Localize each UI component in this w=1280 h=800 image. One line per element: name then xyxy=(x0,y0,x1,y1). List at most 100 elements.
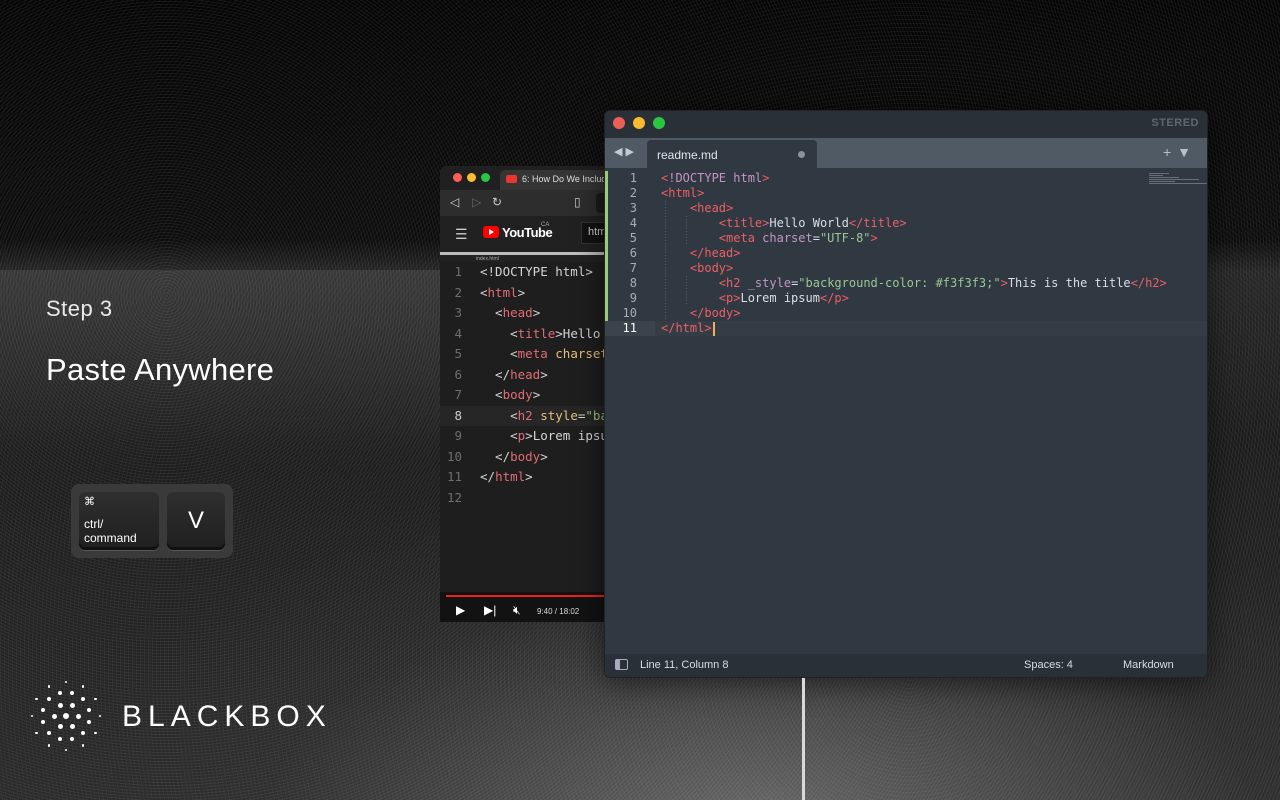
code-line[interactable]: 7 <body> xyxy=(605,261,1207,276)
line-number: 5 xyxy=(454,346,462,361)
code-text: </html> xyxy=(480,469,533,484)
syntax-mode[interactable]: Markdown xyxy=(1123,659,1174,671)
code-text: </html> xyxy=(661,321,715,336)
logo-dot xyxy=(47,744,51,747)
cursor-position[interactable]: Line 11, Column 8 xyxy=(640,659,728,671)
video-progress-bar[interactable] xyxy=(446,595,616,597)
keyboard-shortcut: ⌘ ctrl/command V xyxy=(71,484,233,558)
new-tab-icon[interactable]: + xyxy=(1163,144,1177,160)
logo-dot xyxy=(40,707,45,712)
line-number: 9 xyxy=(454,428,462,443)
command-symbol-icon: ⌘ xyxy=(84,496,95,508)
brand-wordmark: BLACKBOX xyxy=(122,700,332,733)
tab-readme[interactable]: readme.md xyxy=(647,140,817,168)
line-number: 6 xyxy=(629,246,637,260)
code-text: <head> xyxy=(480,305,541,320)
video-code-line: 7 <body> xyxy=(440,385,620,406)
line-number: 3 xyxy=(454,305,462,320)
line-number: 11 xyxy=(605,321,655,336)
logo-dot xyxy=(57,737,62,742)
tab-menu-icon[interactable]: ▼ xyxy=(1177,144,1197,160)
logo-dot xyxy=(57,690,62,695)
video-player-controls: ▶ ▶| 🔇︎ 9:40 / 18:02 xyxy=(440,592,620,622)
text-caret xyxy=(712,321,715,336)
code-text: <!DOCTYPE html> xyxy=(661,171,770,185)
logo-dot xyxy=(75,713,81,719)
code-text: <body> xyxy=(480,387,541,402)
video-code-line: 6 </head> xyxy=(440,365,620,386)
code-line[interactable]: 11 </html> xyxy=(605,321,1207,336)
indent-guide xyxy=(686,276,687,306)
ctrl-command-key: ⌘ ctrl/command xyxy=(79,492,159,550)
logo-dot xyxy=(87,707,92,712)
indentation-setting[interactable]: Spaces: 4 xyxy=(1024,659,1073,671)
close-icon[interactable] xyxy=(453,173,462,182)
blackbox-dots-icon xyxy=(30,680,102,752)
bookmark-icon[interactable]: ▯ xyxy=(574,195,581,209)
code-line[interactable]: 10 </body> xyxy=(605,306,1207,321)
line-number: 2 xyxy=(629,186,637,200)
reload-icon[interactable]: ↻ xyxy=(492,195,502,209)
tab-nav-arrows-icon[interactable]: ◀▶ xyxy=(614,145,637,158)
indent-guide xyxy=(665,201,666,321)
line-number: 7 xyxy=(454,387,462,402)
unsaved-dot-icon[interactable] xyxy=(798,151,805,158)
youtube-header: ☰ YouTube CA htm xyxy=(440,216,620,252)
code-line[interactable]: 1 <!DOCTYPE html> xyxy=(605,171,1207,186)
forward-icon[interactable]: ▷ xyxy=(472,195,481,209)
code-line[interactable]: 6 </head> xyxy=(605,246,1207,261)
maximize-icon[interactable] xyxy=(481,173,490,182)
code-text: <h2 _style="background-color: #f3f3f3;">… xyxy=(718,276,1167,290)
code-line[interactable]: 2 <html> xyxy=(605,186,1207,201)
minimize-icon[interactable] xyxy=(467,173,476,182)
logo-dot xyxy=(47,697,52,702)
v-key-label: V xyxy=(187,507,204,534)
browser-tab[interactable]: 6: How Do We Includ xyxy=(500,170,620,190)
minimize-icon[interactable] xyxy=(633,117,645,129)
divider-line xyxy=(802,678,805,800)
code-text: <meta charset="UTF-8"> xyxy=(718,231,878,245)
logo-dot xyxy=(94,731,97,735)
code-line[interactable]: 4 <title>Hello World</title> xyxy=(605,216,1207,231)
next-icon[interactable]: ▶| xyxy=(484,603,496,617)
mute-icon[interactable]: 🔇︎ xyxy=(513,603,521,618)
minimap[interactable] xyxy=(1149,172,1207,192)
back-icon[interactable]: ◁ xyxy=(450,195,459,209)
line-number: 8 xyxy=(629,276,637,290)
editor-tab-bar: ◀▶ readme.md +▼ xyxy=(605,138,1207,168)
line-number: 12 xyxy=(446,489,462,505)
video-code-line: 3 <head> xyxy=(440,303,620,324)
window-title: STERED xyxy=(1151,117,1199,129)
maximize-icon[interactable] xyxy=(653,117,665,129)
code-editor-window: STERED ◀▶ readme.md +▼ 1 <!DOCTYPE html> 2… xyxy=(604,110,1208,678)
play-icon[interactable]: ▶ xyxy=(456,603,465,617)
code-line[interactable]: 9 <p>Lorem ipsum</p> xyxy=(605,291,1207,306)
code-text: <head> xyxy=(689,201,734,215)
editor-code[interactable]: 1 <!DOCTYPE html> 2 <html> 3 <head> 4 <title>… xyxy=(605,168,1207,336)
code-text: </head> xyxy=(480,366,548,382)
panel-toggle-icon[interactable] xyxy=(615,659,628,670)
video-code-line: 5 <meta charset xyxy=(440,344,620,365)
code-line[interactable]: 3 <head> xyxy=(605,201,1207,216)
logo-dot xyxy=(57,723,63,729)
line-number: 2 xyxy=(454,284,462,300)
editor-body[interactable]: 1 <!DOCTYPE html> 2 <html> 3 <head> 4 <title>… xyxy=(605,168,1207,656)
logo-dot xyxy=(81,685,85,688)
hamburger-menu-icon[interactable]: ☰ xyxy=(455,226,468,243)
line-number: 4 xyxy=(629,216,637,230)
logo-dot xyxy=(80,697,85,702)
region-badge: CA xyxy=(541,222,550,228)
youtube-browser-window: 6: How Do We Includ ◁ ▷ ↻ ▯ ☰ YouTube CA… xyxy=(440,166,620,622)
step-label: Step 3 xyxy=(46,296,113,321)
logo-dot xyxy=(63,713,69,719)
code-text: <body> xyxy=(689,261,734,275)
video-progress-fill xyxy=(446,595,616,597)
video-code-line: 2 <html> xyxy=(440,283,620,304)
close-icon[interactable] xyxy=(613,117,625,129)
youtube-logo-icon[interactable] xyxy=(483,226,499,238)
code-line[interactable]: 5 <meta charset="UTF-8"> xyxy=(605,231,1207,246)
code-line[interactable]: 8 <h2 _style="background-color: #f3f3f3;… xyxy=(605,276,1207,291)
logo-dot xyxy=(70,690,75,695)
logo-dot xyxy=(51,713,57,719)
youtube-favicon-icon xyxy=(506,175,517,183)
